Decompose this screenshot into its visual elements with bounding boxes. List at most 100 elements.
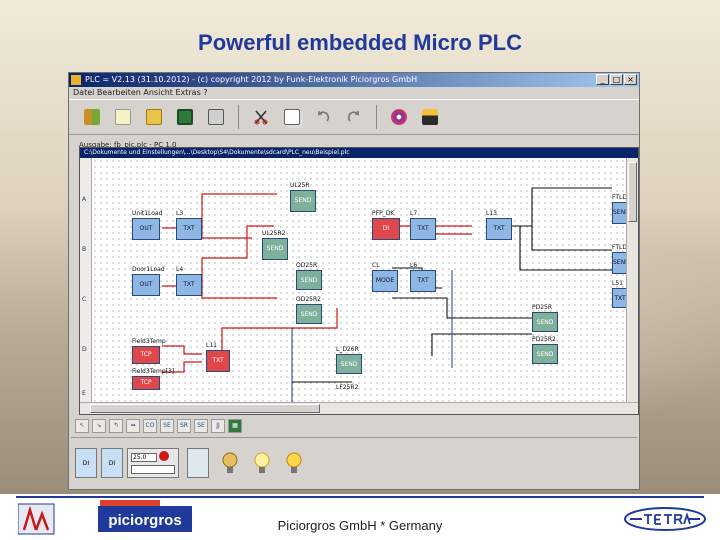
block-label: CL: [372, 262, 380, 269]
function-block[interactable]: OUT: [132, 274, 160, 296]
tool-button[interactable]: SR: [177, 419, 191, 433]
diagram-title: C:\Dokumente und Einstellungen\...\Deskt…: [80, 148, 638, 158]
block-label: L51: [612, 280, 623, 287]
function-block[interactable]: SEND: [336, 354, 362, 374]
function-block[interactable]: MODE: [372, 270, 398, 292]
window-title: PLC = V2.13 (31.10.2012) - (c) copyright…: [85, 75, 418, 84]
redo-icon[interactable]: [343, 106, 365, 128]
function-block[interactable]: TXT: [176, 218, 202, 240]
function-block[interactable]: SEND: [532, 344, 558, 364]
footer-divider: [16, 496, 704, 498]
footer-company: Piciorgros GmbH * Germany: [277, 518, 443, 533]
function-block[interactable]: SEND: [532, 312, 558, 332]
function-block[interactable]: TXT: [486, 218, 512, 240]
open-folder-icon[interactable]: [143, 106, 165, 128]
tool-button[interactable]: SE: [194, 419, 208, 433]
wire-tool-icon[interactable]: ↘: [92, 419, 106, 433]
block-label: L7: [410, 210, 418, 217]
plc-editor-window: PLC = V2.13 (31.10.2012) - (c) copyright…: [68, 72, 640, 490]
timer-palette-icon[interactable]: [187, 448, 209, 478]
block-label: L6: [410, 262, 418, 269]
row-label: D: [82, 346, 87, 353]
maximize-button[interactable]: □: [610, 74, 623, 85]
exit-icon[interactable]: [81, 106, 103, 128]
function-block[interactable]: SEND: [290, 190, 316, 212]
function-block[interactable]: TCP: [132, 376, 160, 390]
function-block[interactable]: TXT: [410, 218, 436, 240]
block-label: L_D26R: [336, 346, 359, 353]
bottom-toolbar: ↖ ↘ ↰ ⇛ CO SE SR SE JJ ▦: [75, 417, 242, 435]
row-label: E: [82, 390, 86, 397]
lamp-off-icon[interactable]: [221, 450, 239, 476]
palette-item[interactable]: DI: [75, 448, 97, 478]
function-block[interactable]: TXT: [176, 274, 202, 296]
block-label: UL25R2: [262, 230, 286, 237]
row-label: A: [82, 196, 87, 203]
block-label: L11: [206, 342, 217, 349]
menu-bar[interactable]: Datei Bearbeiten Ansicht Extras ?: [69, 87, 639, 99]
tool-button[interactable]: SE: [160, 419, 174, 433]
horizontal-scroll-thumb[interactable]: [90, 404, 320, 413]
download-icon[interactable]: [419, 106, 441, 128]
app-icon: [71, 75, 81, 85]
cut-icon[interactable]: [250, 106, 272, 128]
status-led: [159, 451, 169, 461]
value-field[interactable]: 25.0: [131, 453, 157, 462]
block-label: UL25R: [290, 182, 310, 189]
function-block[interactable]: SEND: [262, 238, 288, 260]
block-label: OD25R2: [296, 296, 321, 303]
block-label: LF25R2: [336, 384, 359, 391]
lamp-row: [221, 450, 303, 476]
print-icon[interactable]: [205, 106, 227, 128]
function-block[interactable]: SEND: [296, 304, 322, 324]
function-block[interactable]: SEND: [296, 270, 322, 290]
block-label: OD25R: [296, 262, 318, 269]
lamp-on-icon[interactable]: [253, 450, 271, 476]
function-block[interactable]: TCP: [132, 346, 160, 364]
function-block[interactable]: OUT: [132, 218, 160, 240]
vertical-scroll-thumb[interactable]: [628, 162, 637, 222]
value-panel: 25.0: [127, 448, 179, 478]
block-label: Unit1Load: [132, 210, 163, 217]
diagram-canvas[interactable]: Unit1Load OUT L3 TXT UL25R SEND UL25R2 S…: [92, 158, 635, 404]
toolbar: [69, 99, 639, 135]
new-file-icon[interactable]: [112, 106, 134, 128]
toolbar-separator: [238, 105, 239, 129]
block-label: Field3Temp[3]: [132, 368, 175, 375]
minimize-button[interactable]: _: [596, 74, 609, 85]
grid-icon[interactable]: ▦: [228, 419, 242, 433]
tool-button[interactable]: CO: [143, 419, 157, 433]
row-label: B: [82, 246, 87, 253]
row-label: C: [82, 296, 87, 303]
value-bar: [131, 465, 175, 474]
block-label: PD25R2: [532, 336, 556, 343]
function-block[interactable]: TXT: [410, 270, 436, 292]
vertical-scrollbar[interactable]: [626, 158, 638, 402]
block-label: PFP_DK: [372, 210, 395, 217]
forward-tool-icon[interactable]: ⇛: [126, 419, 140, 433]
tool-button[interactable]: JJ: [211, 419, 225, 433]
copy-icon[interactable]: [281, 106, 303, 128]
block-label: L3: [176, 210, 184, 217]
function-block[interactable]: TXT: [206, 350, 230, 372]
block-label: Door1Load: [132, 266, 165, 273]
lamp-glow-icon[interactable]: [285, 450, 303, 476]
select-tool-icon[interactable]: ↖: [75, 419, 89, 433]
function-block[interactable]: DI: [372, 218, 400, 240]
close-button[interactable]: ×: [624, 74, 637, 85]
window-titlebar: PLC = V2.13 (31.10.2012) - (c) copyright…: [69, 73, 639, 87]
row-ruler: A B C D E: [80, 158, 92, 402]
tetra-logo: [624, 507, 706, 531]
toolbar-separator: [376, 105, 377, 129]
undo-icon[interactable]: [312, 106, 334, 128]
save-icon[interactable]: [174, 106, 196, 128]
block-label: L4: [176, 266, 184, 273]
block-label: L13: [486, 210, 497, 217]
block-label: Field3Temp: [132, 338, 166, 345]
horizontal-scrollbar[interactable]: [80, 402, 638, 414]
palette-item[interactable]: DI: [101, 448, 123, 478]
compile-icon[interactable]: [388, 106, 410, 128]
diagram-window: C:\Dokumente und Einstellungen\...\Deskt…: [79, 147, 639, 415]
route-tool-icon[interactable]: ↰: [109, 419, 123, 433]
block-label: PD25R: [532, 304, 553, 311]
